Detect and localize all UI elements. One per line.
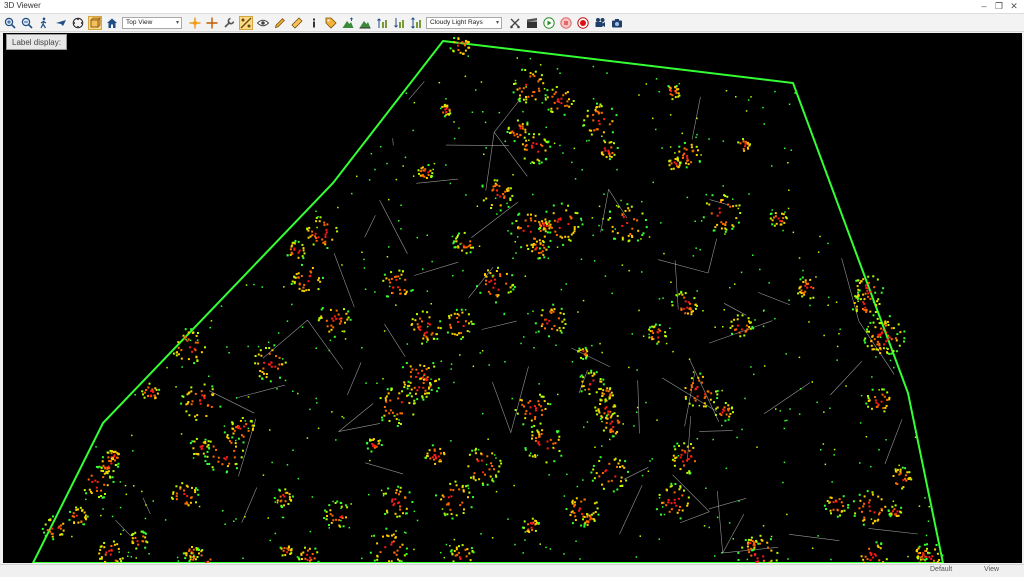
point-cloud-scene[interactable] [3,33,1022,563]
home-icon[interactable] [105,16,119,30]
eye-icon[interactable] [256,16,270,30]
record-icon[interactable] [576,16,590,30]
info-icon[interactable] [307,16,321,30]
label-display-text: Label display: [12,38,61,47]
walk-icon[interactable] [37,16,51,30]
window-title: 3D Viewer [4,1,41,10]
cut-icon[interactable] [508,16,522,30]
point-cloud [42,37,944,563]
center-point-icon[interactable] [188,16,202,30]
fly-icon[interactable] [54,16,68,30]
view-select[interactable]: Top View ▾ [122,17,182,29]
camera-video-icon[interactable] [593,16,607,30]
wrench-icon[interactable] [222,16,236,30]
status-view: View [984,566,999,573]
zoom-in-icon[interactable] [3,16,17,30]
lighting-select-value: Cloudy Light Rays [430,19,483,26]
lighting-select[interactable]: Cloudy Light Rays ▾ [426,17,502,29]
window-controls: ‒ ❐ ✕ [978,0,1020,13]
frame-box-icon[interactable] [88,16,102,30]
terrain-flat-icon[interactable] [358,16,372,30]
status-mode: Default [930,566,952,573]
play-icon[interactable] [542,16,556,30]
chevron-down-icon: ▾ [176,19,179,26]
3d-viewport[interactable]: Label display: [3,33,1022,563]
clapper-icon[interactable] [525,16,539,30]
pan-icon[interactable] [71,16,85,30]
terrain-up-icon[interactable] [341,16,355,30]
title-bar: 3D Viewer ‒ ❐ ✕ [0,0,1024,14]
camera-icon[interactable] [610,16,624,30]
stop-icon[interactable] [559,16,573,30]
ruler-icon[interactable] [290,16,304,30]
view-select-value: Top View [126,19,152,26]
pencil-icon[interactable] [273,16,287,30]
height-range-icon[interactable] [409,16,423,30]
minimize-button[interactable]: ‒ [978,0,990,12]
close-button[interactable]: ✕ [1008,0,1020,12]
toolbar: Top View ▾ Cloudy Light Rays ▾ [0,14,1024,32]
status-bar: Default View [0,564,1024,577]
tag-icon[interactable] [324,16,338,30]
measure-toggle-icon[interactable] [239,16,253,30]
zoom-out-icon[interactable] [20,16,34,30]
restore-button[interactable]: ❐ [993,0,1005,12]
chevron-down-icon: ▾ [496,19,499,26]
crosshair-icon[interactable] [205,16,219,30]
height-up-icon[interactable] [375,16,389,30]
height-down-icon[interactable] [392,16,406,30]
label-display[interactable]: Label display: [6,34,67,50]
